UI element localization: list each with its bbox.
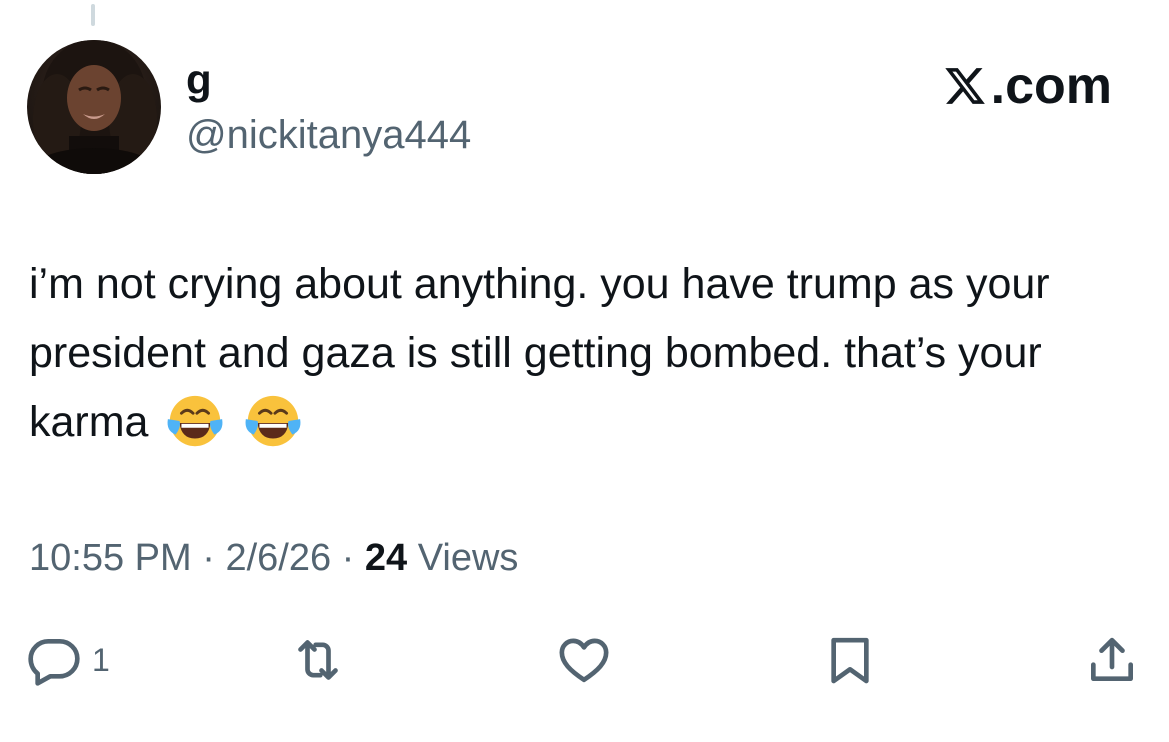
- tweet-meta: 10:55 PM · 2/6/26 · 24 Views: [29, 534, 518, 582]
- brand-label: .com: [990, 57, 1112, 115]
- face-with-tears-of-joy-icon: [245, 395, 301, 447]
- like-button[interactable]: [556, 628, 612, 692]
- meta-separator: ·: [202, 537, 215, 579]
- share-button[interactable]: [1084, 628, 1140, 692]
- meta-separator: ·: [341, 537, 355, 579]
- brand-watermark: .com: [941, 56, 1112, 116]
- reply-button[interactable]: 1: [26, 628, 110, 692]
- reply-icon: [28, 639, 80, 686]
- views-label: Views: [417, 537, 519, 579]
- face-with-tears-of-joy-icon: [167, 395, 223, 447]
- tweet-time[interactable]: 10:55 PM: [29, 537, 192, 579]
- x-logo-icon: [944, 68, 985, 104]
- action-bar: 1: [0, 628, 1169, 698]
- bookmark-button[interactable]: [822, 628, 878, 692]
- tweet-date[interactable]: 2/6/26: [225, 537, 331, 579]
- views-count: 24: [364, 537, 408, 579]
- bookmark-icon: [831, 637, 869, 684]
- reply-count: 1: [92, 641, 110, 678]
- author-display-name[interactable]: g: [186, 56, 212, 104]
- avatar-image: [27, 40, 161, 174]
- retweet-button[interactable]: [290, 628, 346, 692]
- share-icon: [1091, 637, 1133, 681]
- avatar[interactable]: [27, 40, 161, 174]
- author-handle[interactable]: @nickitanya444: [186, 112, 471, 158]
- retweet-icon: [298, 640, 338, 680]
- heart-icon: [559, 638, 609, 683]
- thread-connector-line: [91, 4, 95, 26]
- tweet-text: i’m not crying about anything. you have …: [29, 250, 1119, 457]
